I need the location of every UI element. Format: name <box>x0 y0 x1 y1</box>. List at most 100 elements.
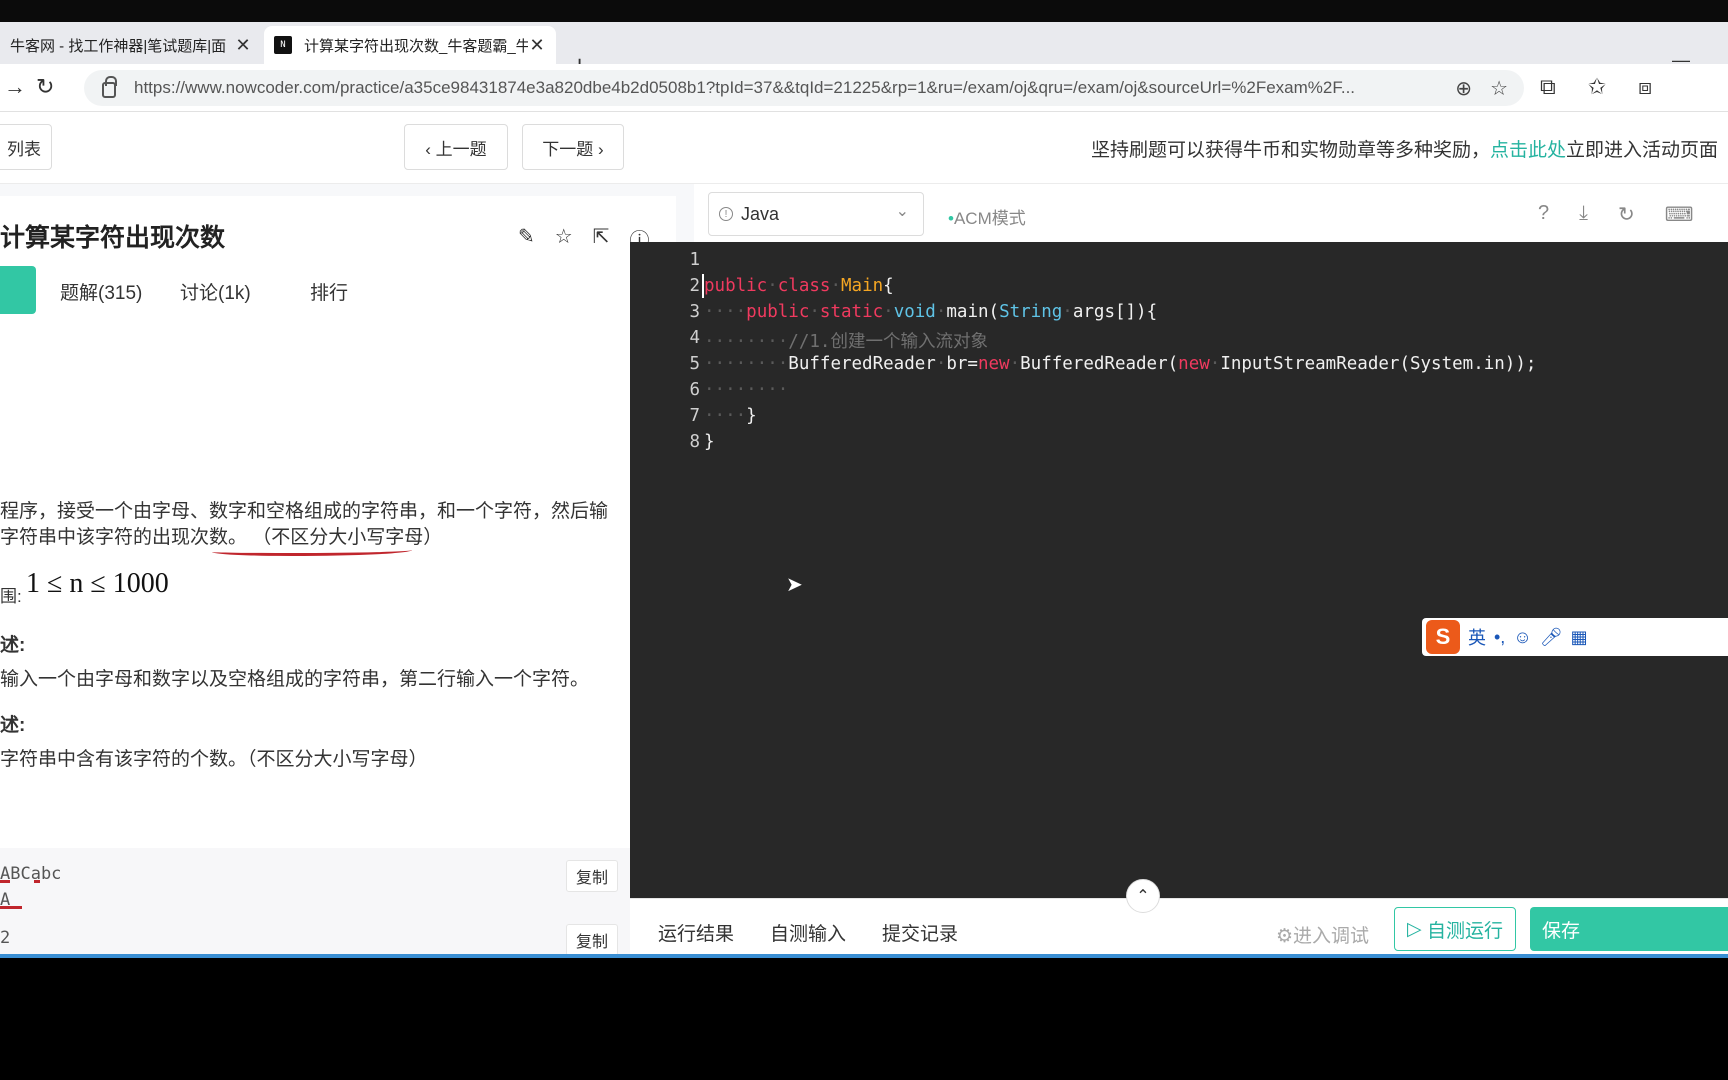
line-number: 5 <box>689 354 700 374</box>
punctuation-icon[interactable]: •, <box>1494 627 1505 648</box>
zoom-icon[interactable]: ⊕ <box>1455 76 1472 101</box>
line-number: 6 <box>689 380 700 400</box>
favorite-add-icon[interactable]: ☆ <box>1490 76 1508 101</box>
line-number: 4 <box>689 328 700 348</box>
browser-tab-nowcoder-home[interactable]: 牛客网 - 找工作神器|笔试题库|面 ✕ <box>0 26 262 64</box>
tab-custom-input[interactable]: 自测输入 <box>770 919 846 946</box>
mode-text: ACM模式 <box>953 209 1026 228</box>
line-number: 1 <box>689 250 700 270</box>
ime-language-label[interactable]: 英 <box>1468 624 1486 650</box>
problem-top-nav: 列表 ‹ 上一题 下一题 › 坚持刷题可以获得牛币和实物勋章等多种奖励，点击此处… <box>0 112 1728 184</box>
line-number: 3 <box>689 302 700 322</box>
url-text[interactable]: https://www.nowcoder.com/practice/a35ce9… <box>134 78 1455 98</box>
copy-output-button[interactable]: 复制 <box>566 924 618 956</box>
bug-icon: ⚙ <box>1276 926 1294 947</box>
keyboard-icon[interactable]: ▦ <box>1571 627 1588 648</box>
help-icon[interactable]: ? <box>1538 202 1549 227</box>
chevron-up-icon[interactable]: ⌃ <box>1126 879 1160 913</box>
prev-problem-label: ‹ 上一题 <box>425 139 487 159</box>
range-math: 1 ≤ n ≤ 1000 <box>26 568 169 599</box>
refresh-icon[interactable]: ↻ <box>36 74 54 100</box>
problem-tabs: 题解(315) 讨论(1k) 排行 <box>0 266 640 314</box>
reset-icon[interactable]: ↻ <box>1618 202 1635 227</box>
info-icon: ! <box>719 207 733 221</box>
copy-input-button[interactable]: 复制 <box>566 860 618 892</box>
language-select[interactable]: ! Java ⌄ <box>708 192 924 236</box>
tab-title: 计算某字符出现次数_牛客题霸_牛 <box>304 37 528 55</box>
favorites-icon[interactable]: ✩ <box>1588 74 1606 100</box>
extensions-icon[interactable]: ⧉ <box>1540 74 1556 100</box>
description-line-2-note: （不区分大小写字母） <box>252 527 443 548</box>
tab-discussion[interactable]: 讨论(1k) <box>180 278 251 305</box>
save-button[interactable]: 保存 <box>1530 907 1728 951</box>
microphone-icon[interactable]: 🎤︎ <box>1540 627 1563 648</box>
mouse-cursor-icon: ➤ <box>786 574 803 596</box>
back-icon[interactable]: → <box>4 74 26 100</box>
problem-panel: 计算某字符出现次数 ✎ ☆ ⇱ ⓘ 题解(315) 讨论(1k) 排行 程序，接… <box>0 196 676 1056</box>
problem-list-label: 列表 <box>7 139 41 159</box>
url-bar[interactable]: https://www.nowcoder.com/practice/a35ce9… <box>84 70 1524 106</box>
download-icon[interactable]: ⤓ <box>1579 202 1588 227</box>
promo-banner: 坚持刷题可以获得牛币和实物勋章等多种奖励，点击此处立即进入活动页面 <box>1091 135 1718 162</box>
red-annotation-mark <box>0 880 10 883</box>
debug-label: 进入调试 <box>1293 926 1370 947</box>
keyboard-icon[interactable]: ⌨ <box>1665 202 1694 227</box>
browser-tab-bar: 牛客网 - 找工作神器|笔试题库|面 ✕ N 计算某字符出现次数_牛客题霸_牛 … <box>0 22 1728 80</box>
red-annotation-underline <box>212 546 412 556</box>
code-line: 8} <box>630 432 1664 460</box>
debug-button[interactable]: ⚙进入调试 <box>1276 921 1369 948</box>
example-output: 2 <box>0 928 11 948</box>
description-line-2: 字符串中该字符的出现次数。 （不区分大小写字母） <box>0 522 442 549</box>
problem-title: 计算某字符出现次数 <box>0 224 226 252</box>
code-line: 6 ········ <box>630 380 1664 408</box>
line-number: 7 <box>689 406 700 426</box>
close-icon[interactable]: ✕ <box>234 35 252 56</box>
collections-icon[interactable]: ⧈ <box>1638 74 1652 100</box>
problem-list-button[interactable]: 列表 <box>0 124 52 170</box>
language-value: Java <box>741 203 780 224</box>
promo-text: 坚持刷题可以获得牛币和实物勋章等多种奖励， <box>1090 140 1490 161</box>
input-desc-label: 述: <box>0 635 26 656</box>
prev-problem-button[interactable]: ‹ 上一题 <box>404 124 508 170</box>
promo-suffix: 立即进入活动页面 <box>1565 140 1718 161</box>
next-problem-button[interactable]: 下一题 › <box>522 124 624 170</box>
next-problem-label: 下一题 › <box>542 139 604 159</box>
edit-icon[interactable]: ✎ <box>518 224 535 253</box>
tab-run-result[interactable]: 运行结果 <box>658 919 734 946</box>
save-label: 保存 <box>1542 920 1581 942</box>
screen: 牛客网 - 找工作神器|笔试题库|面 ✕ N 计算某字符出现次数_牛客题霸_牛 … <box>0 0 1728 1080</box>
line-number: 2 <box>689 276 700 296</box>
editor-header: ! Java ⌄ •ACM模式 ? ⤓ ↻ ⌨ <box>694 184 1728 248</box>
code-line: 4 ········//1.创建一个输入流对象 <box>630 328 1664 356</box>
run-label: 自测运行 <box>1426 920 1503 942</box>
address-bar-row: → ↻ https://www.nowcoder.com/practice/a3… <box>0 64 1728 112</box>
input-desc: 输入一个由字母和数字以及空格组成的字符串，第二行输入一个字符。 <box>0 669 590 690</box>
tab-solutions[interactable]: 题解(315) <box>60 278 142 305</box>
share-icon[interactable]: ⇱ <box>593 224 610 253</box>
code-editor[interactable]: 1 2 public·class·Main{ 3 ····public·static… <box>630 242 1728 898</box>
self-test-run-button[interactable]: ▷ 自测运行 <box>1394 907 1516 951</box>
tab-title: 牛客网 - 找工作神器|笔试题库|面 <box>10 37 227 55</box>
emoji-icon[interactable]: ☺ <box>1513 627 1531 648</box>
tab-submissions[interactable]: 提交记录 <box>882 919 958 946</box>
description-line-2-text: 字符串中该字符的出现次数。 <box>0 527 248 548</box>
sogou-logo-icon: S <box>1426 620 1460 654</box>
tab-ranking[interactable]: 排行 <box>310 278 348 305</box>
ime-toolbar[interactable]: S 英 •, ☺ 🎤︎ ▦ <box>1422 618 1728 656</box>
range-label: 围: <box>0 587 22 606</box>
code-line: 3 ····public·static·void·main(String·args… <box>630 302 1664 330</box>
code-line: 5 ········BufferedReader·br=new·BufferedR… <box>630 354 1664 382</box>
nowcoder-favicon-icon: N <box>274 36 292 54</box>
promo-link[interactable]: 点击此处 <box>1490 140 1566 161</box>
browser-tab-problem[interactable]: N 计算某字符出现次数_牛客题霸_牛 ✕ <box>264 26 556 64</box>
close-icon[interactable]: ✕ <box>528 35 546 56</box>
star-icon[interactable]: ☆ <box>555 224 573 253</box>
chevron-down-icon: ⌄ <box>895 203 909 220</box>
taskbar <box>0 958 1728 1080</box>
code-line: 2 public·class·Main{ <box>630 276 1664 304</box>
description-line-1: 程序，接受一个由字母、数字和空格组成的字符串，和一个字符，然后输 <box>0 501 609 522</box>
red-annotation-mark <box>0 906 22 909</box>
example-box: ABCabc A 复制 2 复制 <box>0 848 636 968</box>
tab-description[interactable] <box>0 266 36 314</box>
mode-label: •ACM模式 <box>948 209 1026 228</box>
